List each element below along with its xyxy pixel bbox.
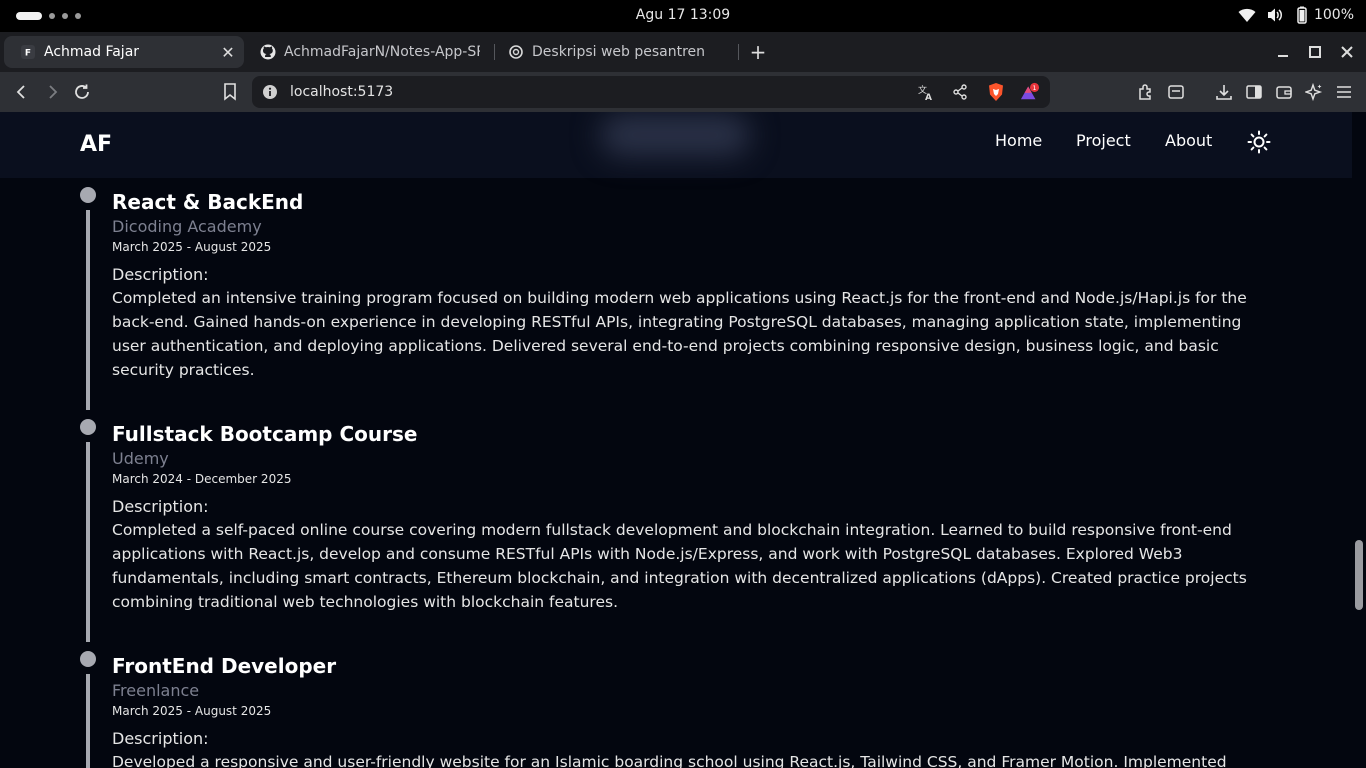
- rewards-badge-count: 1: [1033, 85, 1037, 92]
- menu-icon[interactable]: [1332, 80, 1356, 104]
- tab-separator: [738, 44, 739, 60]
- page-scrollbar[interactable]: [1352, 112, 1366, 768]
- timeline-bullet: [80, 651, 96, 667]
- bookmark-button[interactable]: [218, 80, 242, 104]
- experience-description: Developed a responsive and user-friendly…: [112, 753, 1227, 768]
- url-text[interactable]: localhost:5173: [290, 84, 393, 100]
- system-tray[interactable]: 100%: [1238, 6, 1354, 24]
- experience-date: March 2025 - August 2025: [112, 240, 272, 254]
- site-logo[interactable]: AF: [80, 132, 112, 157]
- experience-date: March 2024 - December 2025: [112, 472, 292, 486]
- tab-github-notes-app[interactable]: AchmadFajarN/Notes-App-SP: [244, 36, 494, 68]
- experience-description: Completed a self-paced online course cov…: [112, 521, 1247, 611]
- chatgpt-icon: [508, 44, 524, 60]
- site-info-icon[interactable]: [262, 84, 278, 104]
- system-top-bar: Agu 17 13:09 100%: [0, 0, 1366, 32]
- experience-org: Freenlance: [112, 681, 200, 700]
- theme-toggle-sun-icon[interactable]: [1247, 130, 1271, 154]
- tab-title: Deskripsi web pesantren: [532, 44, 706, 60]
- brave-rewards-icon[interactable]: 1: [1020, 82, 1040, 102]
- minimize-window-button[interactable]: [1271, 40, 1295, 64]
- github-icon: [260, 44, 276, 60]
- back-button[interactable]: [10, 80, 34, 104]
- web-page: AF Home Project About React & BackEnd Di…: [0, 112, 1352, 768]
- tab-title: AchmadFajarN/Notes-App-SP: [284, 44, 480, 60]
- svg-text:A: A: [925, 93, 932, 101]
- sidebar-toggle-icon[interactable]: [1242, 80, 1266, 104]
- experience-title: Fullstack Bootcamp Course: [112, 422, 418, 446]
- description-label: Description:: [112, 497, 209, 516]
- tab-title: Achmad Fajar: [44, 44, 140, 60]
- downloads-icon[interactable]: [1212, 80, 1236, 104]
- nav-link-project[interactable]: Project: [1076, 131, 1131, 150]
- wallet-icon[interactable]: [1272, 80, 1296, 104]
- browser-tab-strip: F Achmad Fajar ✕ AchmadFajarN/Notes-App-…: [0, 32, 1366, 72]
- timeline-line: [86, 442, 90, 642]
- experience-description: Completed an intensive training program …: [112, 289, 1247, 379]
- timeline-bullet: [80, 187, 96, 203]
- brave-shields-icon[interactable]: [986, 82, 1006, 102]
- scrollbar-thumb[interactable]: [1355, 540, 1363, 610]
- forward-button[interactable]: [40, 80, 64, 104]
- close-window-button[interactable]: [1335, 40, 1359, 64]
- experience-org: Udemy: [112, 449, 169, 468]
- close-tab-icon[interactable]: ✕: [218, 42, 238, 62]
- timeline-line: [86, 674, 90, 768]
- leo-sidebar-icon[interactable]: [1164, 80, 1188, 104]
- translate-icon[interactable]: 文A: [916, 82, 936, 102]
- description-label: Description:: [112, 729, 209, 748]
- site-navbar: AF Home Project About: [0, 112, 1352, 178]
- experience-title: React & BackEnd: [112, 190, 304, 214]
- battery-percent: 100%: [1313, 7, 1354, 23]
- svg-text:F: F: [25, 49, 31, 59]
- experience-title: FrontEnd Developer: [112, 654, 337, 678]
- maximize-window-button[interactable]: [1303, 40, 1327, 64]
- tab-separator: [494, 44, 495, 60]
- nav-link-home[interactable]: Home: [995, 131, 1042, 150]
- nav-link-about[interactable]: About: [1165, 131, 1212, 150]
- extensions-icon[interactable]: [1134, 80, 1158, 104]
- experience-org: Dicoding Academy: [112, 217, 262, 236]
- wifi-icon: [1238, 7, 1256, 23]
- description-label: Description:: [112, 265, 209, 284]
- page-favicon-icon: F: [20, 44, 36, 60]
- experience-date: March 2025 - August 2025: [112, 704, 272, 718]
- reload-button[interactable]: [70, 80, 94, 104]
- tab-deskripsi-web-pesantren[interactable]: Deskripsi web pesantren: [492, 36, 742, 68]
- new-tab-button[interactable]: +: [746, 40, 770, 64]
- system-clock[interactable]: Agu 17 13:09: [0, 7, 1366, 23]
- navbar-glow: [600, 114, 750, 156]
- volume-icon: [1266, 7, 1284, 23]
- address-bar[interactable]: localhost:5173 文A 1: [252, 76, 1050, 108]
- battery-icon: [1294, 6, 1310, 24]
- timeline-bullet: [80, 419, 96, 435]
- share-icon[interactable]: [950, 82, 970, 102]
- tab-achmad-fajar[interactable]: F Achmad Fajar ✕: [4, 36, 244, 68]
- browser-toolbar: localhost:5173 文A 1: [0, 72, 1366, 112]
- timeline-line: [86, 210, 90, 410]
- leo-ai-icon[interactable]: [1302, 80, 1326, 104]
